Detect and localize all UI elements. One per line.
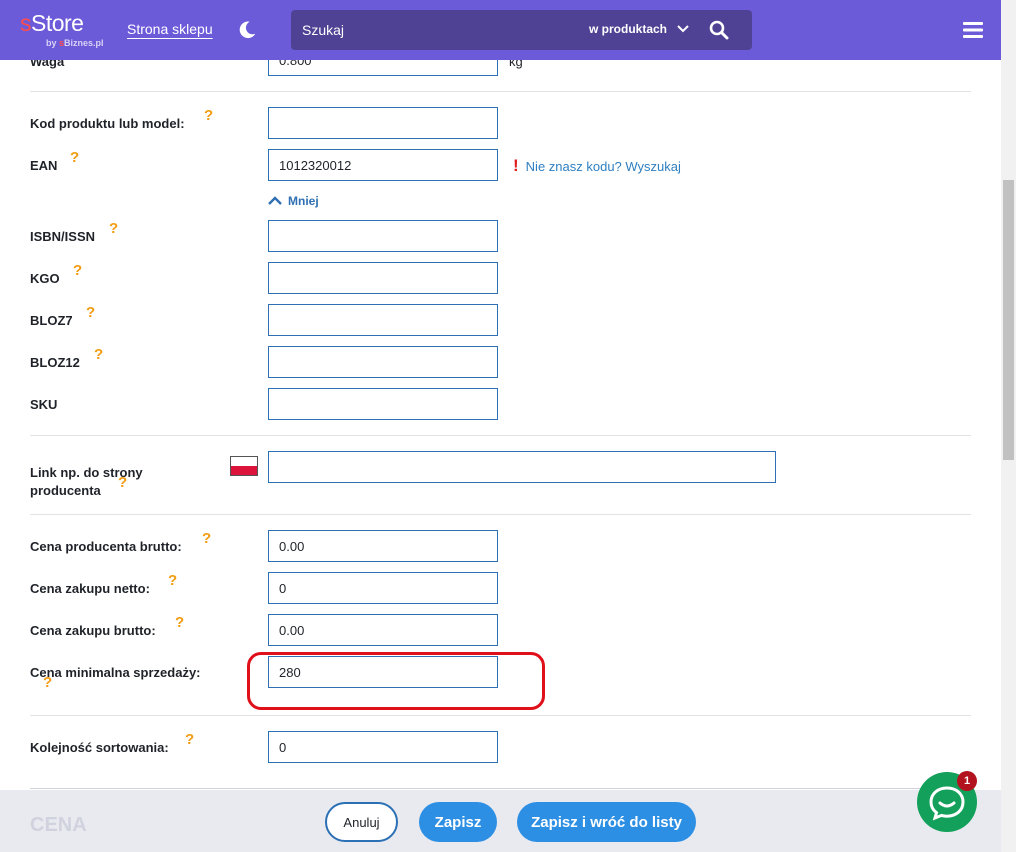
help-icon[interactable]: ? (202, 530, 211, 547)
less-toggle[interactable]: Mniej (268, 194, 319, 208)
help-icon[interactable]: ? (70, 149, 79, 166)
help-icon[interactable]: ? (168, 572, 177, 589)
manufacturer-link-label-line2: producenta (30, 483, 101, 498)
sort-order-input[interactable] (268, 731, 498, 763)
divider (30, 715, 971, 716)
product-code-input[interactable] (268, 107, 498, 139)
poland-flag-icon[interactable] (230, 456, 258, 476)
chevron-up-icon (268, 196, 282, 205)
moon-icon[interactable] (236, 19, 258, 41)
product-form: Waga kg Kod produktu lub model: ? EAN ? … (0, 60, 1001, 852)
hamburger-menu-icon[interactable] (963, 21, 983, 39)
logo-s-letter: s (20, 10, 32, 36)
search-input[interactable] (291, 10, 571, 50)
logo-wordmark: sStore (20, 10, 115, 36)
chevron-down-icon[interactable] (677, 24, 689, 34)
search-icon[interactable] (709, 20, 729, 40)
logo-biznes-text: Biznes.pl (64, 38, 104, 48)
divider (30, 788, 971, 789)
ean-input[interactable] (268, 149, 498, 181)
warning-icon: ! (513, 156, 519, 175)
weight-input[interactable] (268, 60, 498, 76)
divider (30, 435, 971, 436)
isbn-label: ISBN/ISSN (30, 229, 96, 244)
less-toggle-label: Mniej (288, 194, 319, 208)
logo-store-text: Store (31, 10, 84, 36)
divider (30, 514, 971, 515)
help-icon[interactable]: ? (175, 614, 184, 631)
manufacturer-price-label: Cena producenta brutto: (30, 539, 182, 554)
bloz12-input[interactable] (268, 346, 498, 378)
purchase-price-net-input[interactable] (268, 572, 498, 604)
product-code-label: Kod produktu lub model: (30, 116, 185, 131)
logo-byline: by sBiznes.pl (46, 38, 104, 48)
highlight-outline (247, 652, 545, 710)
search-bar: w produktach (291, 10, 752, 50)
manufacturer-link-input[interactable] (268, 451, 776, 483)
weight-unit: kg (509, 60, 523, 69)
price-section-heading: CENA (30, 814, 87, 836)
sku-label: SKU (30, 397, 58, 412)
save-and-return-button[interactable]: Zapisz i wróć do listy (517, 802, 696, 842)
kgo-label: KGO (30, 271, 60, 286)
help-icon[interactable]: ? (86, 304, 95, 321)
sku-input[interactable] (268, 388, 498, 420)
logo-by-text: by (46, 38, 60, 48)
sstore-logo[interactable]: sStore by sBiznes.pl (20, 10, 115, 50)
search-scope-select[interactable]: w produktach (589, 22, 667, 36)
bloz7-input[interactable] (268, 304, 498, 336)
weight-label: Waga (30, 60, 65, 69)
page-scrollbar[interactable] (1001, 0, 1016, 852)
ean-label: EAN (30, 158, 58, 173)
purchase-price-gross-input[interactable] (268, 614, 498, 646)
help-icon[interactable]: ? (185, 731, 194, 748)
help-icon[interactable]: ? (94, 346, 103, 363)
help-icon[interactable]: ? (204, 107, 213, 124)
chat-notification-badge: 1 (957, 771, 977, 791)
help-icon[interactable]: ? (109, 220, 118, 237)
purchase-price-gross-label: Cena zakupu brutto: (30, 623, 156, 638)
kgo-input[interactable] (268, 262, 498, 294)
cancel-button[interactable]: Anuluj (325, 802, 398, 842)
top-navbar: sStore by sBiznes.pl Strona sklepu w pro… (0, 0, 1001, 60)
manufacturer-price-input[interactable] (268, 530, 498, 562)
scrollbar-thumb[interactable] (1003, 180, 1014, 460)
help-icon[interactable]: ? (73, 262, 82, 279)
isbn-input[interactable] (268, 220, 498, 252)
action-bar: CENA Anuluj Zapisz Zapisz i wróć do list… (0, 790, 1001, 852)
help-icon[interactable]: ? (43, 674, 52, 691)
bloz12-label: BLOZ12 (30, 355, 80, 370)
bloz7-label: BLOZ7 (30, 313, 73, 328)
ean-lookup-hint[interactable]: ! Nie znasz kodu? Wyszukaj (513, 156, 681, 176)
save-button[interactable]: Zapisz (419, 802, 497, 842)
divider (30, 91, 971, 92)
purchase-price-net-label: Cena zakupu netto: (30, 581, 150, 596)
store-link[interactable]: Strona sklepu (127, 21, 213, 37)
help-icon[interactable]: ? (118, 474, 127, 491)
ean-lookup-link[interactable]: Nie znasz kodu? Wyszukaj (526, 159, 681, 174)
sort-order-label: Kolejność sortowania: (30, 740, 169, 755)
min-sale-price-label: Cena minimalna sprzedaży: (30, 665, 201, 680)
